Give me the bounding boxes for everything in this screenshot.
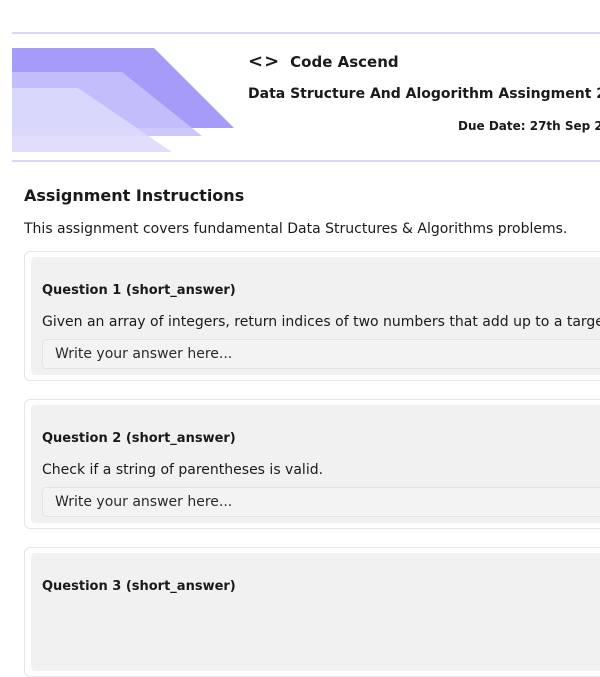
code-brackets-icon: <> (248, 51, 281, 72)
due-date: Due Date: 27th Sep 2025 (458, 119, 600, 133)
question-card-1: Question 1 (short_answer) Given an array… (24, 251, 600, 381)
question-card-body: Question 1 (short_answer) Given an array… (31, 257, 600, 375)
assignment-title: Data Structure And Alogorithm Assingment… (248, 86, 600, 102)
brand: <> Code Ascend (248, 52, 399, 72)
question-card-body: Question 3 (short_answer) (31, 553, 600, 671)
answer-input[interactable] (42, 487, 600, 517)
question-card-3: Question 3 (short_answer) (24, 547, 600, 677)
answer-input[interactable] (42, 339, 600, 369)
question-title: Question 1 (short_answer) (42, 283, 236, 298)
question-text: Given an array of integers, return indic… (42, 314, 600, 330)
header-decorative-shapes (12, 48, 234, 152)
question-title: Question 3 (short_answer) (42, 579, 236, 594)
assignment-header-banner: <> Code Ascend Data Structure And Alogor… (12, 32, 600, 162)
instructions-heading: Assignment Instructions (24, 186, 245, 205)
question-text: Check if a string of parentheses is vali… (42, 462, 324, 478)
question-card-body: Question 2 (short_answer) Check if a str… (31, 405, 600, 523)
question-card-2: Question 2 (short_answer) Check if a str… (24, 399, 600, 529)
brand-name: Code Ascend (290, 53, 399, 71)
question-title: Question 2 (short_answer) (42, 431, 236, 446)
instructions-text: This assignment covers fundamental Data … (24, 221, 568, 237)
